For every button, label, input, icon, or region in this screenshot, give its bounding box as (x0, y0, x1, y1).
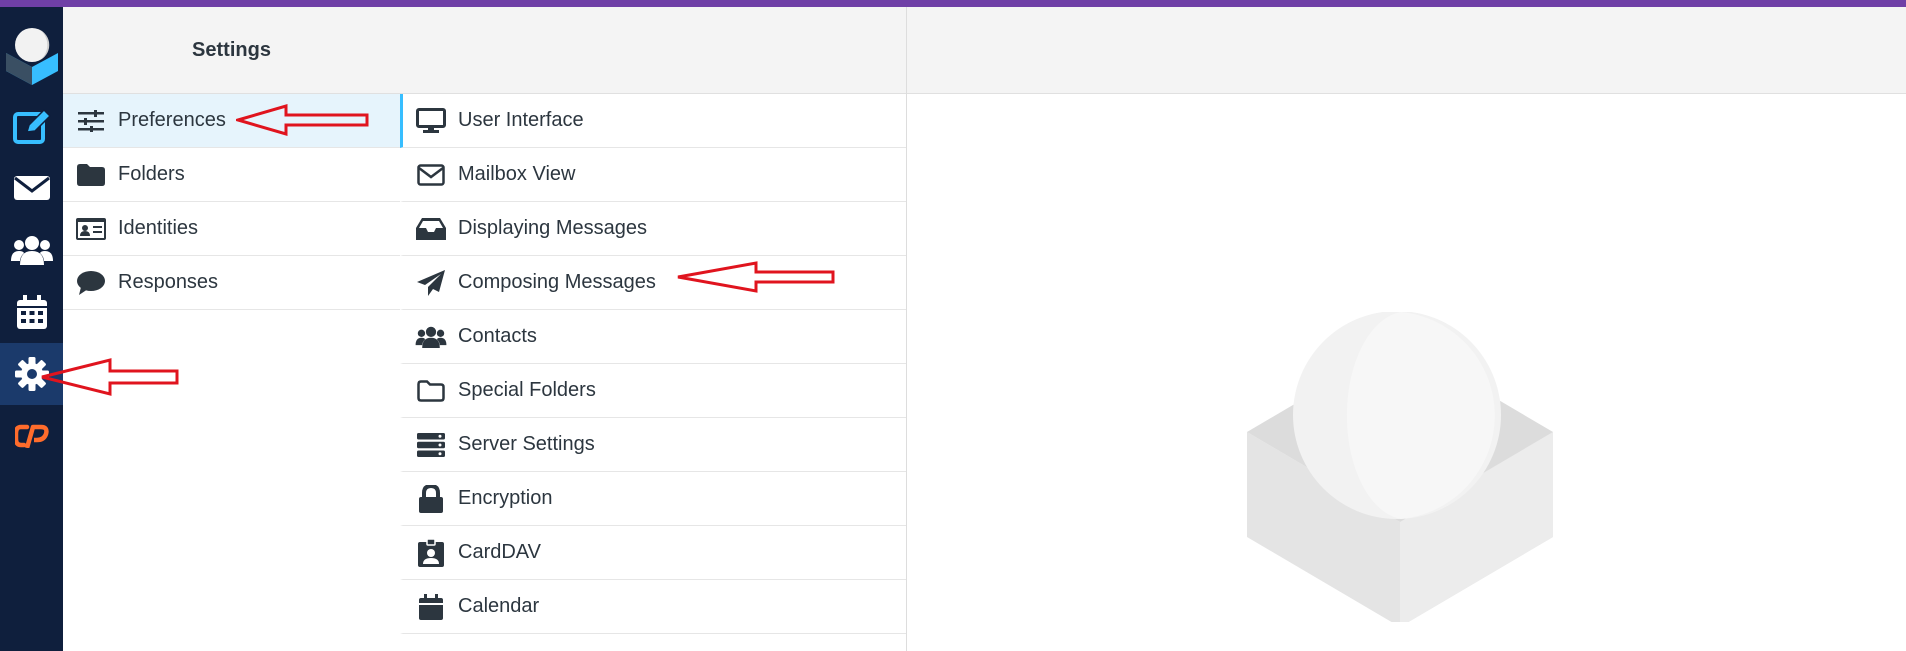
compose-nav[interactable] (0, 95, 63, 157)
pref-item-displaying-messages[interactable]: Displaying Messages (400, 202, 906, 256)
content-header (907, 7, 1906, 94)
settings-item-label: Folders (118, 163, 185, 185)
app-rail (0, 7, 63, 651)
pref-item-calendar[interactable]: Calendar (400, 580, 906, 634)
pref-item-label: Mailbox View (458, 163, 576, 185)
server-icon (403, 432, 458, 457)
roundcube-watermark (1247, 311, 1553, 627)
pref-item-user-interface[interactable]: User Interface (400, 94, 906, 148)
pref-item-label: User Interface (458, 109, 584, 131)
settings-item-label: Identities (118, 217, 199, 239)
annotation-arrow-composing (677, 261, 835, 293)
users-icon (403, 326, 458, 348)
envelope-outline-icon (403, 163, 458, 186)
pref-item-server-settings[interactable]: Server Settings (400, 418, 906, 472)
settings-item-label: Responses (118, 271, 219, 293)
paper-plane-icon (403, 269, 458, 296)
pref-item-mailbox-view[interactable]: Mailbox View (400, 148, 906, 202)
content-panel (907, 7, 1906, 651)
settings-item-responses[interactable]: Responses (63, 256, 400, 310)
folder-icon (63, 163, 118, 186)
pref-item-encryption[interactable]: Encryption (400, 472, 906, 526)
monitor-icon (403, 107, 458, 134)
contact-badge-icon (403, 538, 458, 567)
pref-item-special-folders[interactable]: Special Folders (400, 364, 906, 418)
inbox-icon (403, 217, 458, 240)
pref-item-carddav[interactable]: CardDAV (400, 526, 906, 580)
comment-icon (63, 270, 118, 295)
lock-icon (403, 484, 458, 513)
pref-item-label: Encryption (458, 487, 553, 509)
pref-item-label: Server Settings (458, 433, 595, 455)
pref-item-contacts[interactable]: Contacts (400, 310, 906, 364)
annotation-arrow-preferences (236, 104, 369, 136)
calendar-icon (16, 295, 47, 329)
mail-nav[interactable] (0, 157, 63, 219)
pref-item-label: Composing Messages (458, 271, 656, 293)
pref-item-label: CardDAV (458, 541, 541, 563)
pref-item-label: Displaying Messages (458, 217, 647, 239)
pref-item-label: Special Folders (458, 379, 596, 401)
settings-title: Settings (63, 7, 400, 94)
calendar-nav[interactable] (0, 281, 63, 343)
preferences-header (400, 7, 906, 94)
settings-item-folders[interactable]: Folders (63, 148, 400, 202)
sliders-icon (63, 109, 118, 132)
pref-item-label: Calendar (458, 595, 540, 617)
id-card-icon (63, 217, 118, 240)
contacts-nav[interactable] (0, 219, 63, 281)
folder-outline-icon (403, 379, 458, 402)
cpanel-icon (14, 424, 49, 448)
envelope-icon (13, 176, 50, 200)
users-icon (10, 236, 53, 265)
annotation-arrow-settings (41, 358, 179, 396)
compose-icon (12, 108, 51, 144)
settings-item-label: Preferences (118, 109, 226, 131)
roundcube-logo[interactable] (4, 23, 60, 85)
cpanel-nav[interactable] (0, 405, 63, 467)
preferences-panel: User Interface Mailbox View Displaying M… (400, 7, 907, 651)
pref-item-label: Contacts (458, 325, 537, 347)
calendar-icon (403, 593, 458, 620)
settings-item-identities[interactable]: Identities (63, 202, 400, 256)
top-accent-bar (0, 0, 1906, 7)
